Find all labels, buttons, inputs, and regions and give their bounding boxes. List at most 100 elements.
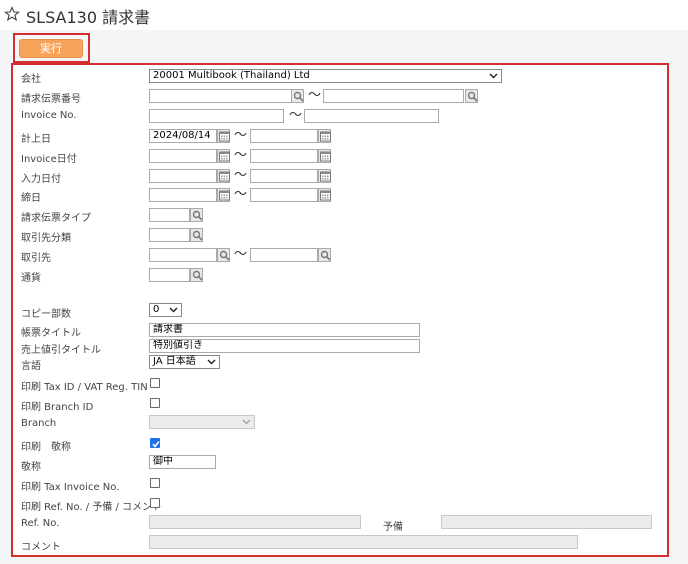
reserve-input[interactable] — [441, 515, 652, 529]
posting-date-label: 計上日 — [21, 134, 51, 145]
print-branch-id-label: 印刷 Branch ID — [21, 402, 94, 413]
search-icon — [219, 250, 230, 261]
search-icon — [192, 270, 203, 281]
invoice-no-from-input[interactable] — [149, 109, 284, 123]
search-icon — [467, 91, 478, 102]
currency-search-button[interactable] — [190, 268, 203, 282]
invoice-slip-no-from-search-button[interactable] — [291, 89, 304, 103]
branch-select[interactable] — [149, 415, 255, 429]
calendar-icon — [320, 131, 331, 142]
range-separator: 〜 — [234, 187, 248, 202]
invoice-slip-type-label: 請求伝票タイプ — [21, 213, 91, 224]
honorific-input[interactable]: 御中 — [149, 455, 216, 469]
partner-to-search-button[interactable] — [318, 248, 331, 262]
calendar-icon — [219, 151, 230, 162]
input-date-to-calendar-button[interactable] — [318, 169, 331, 183]
invoice-date-from-calendar-button[interactable] — [217, 149, 230, 163]
posting-date-to-calendar-button[interactable] — [318, 129, 331, 143]
range-separator: 〜 — [234, 148, 248, 163]
page-title: SLSA130 請求書 — [26, 8, 151, 27]
print-ref-no-checkbox[interactable] — [150, 498, 160, 508]
range-separator: 〜 — [234, 168, 248, 183]
discount-title-label: 売上値引タイトル — [21, 345, 101, 356]
partner-category-search-button[interactable] — [190, 228, 203, 242]
print-honorific-label: 印刷 敬称 — [21, 442, 71, 453]
copies-select[interactable]: 0 — [149, 303, 182, 317]
comment-input[interactable] — [149, 535, 578, 549]
print-honorific-checkbox[interactable] — [150, 438, 160, 448]
chevron-down-icon — [207, 359, 216, 365]
invoice-no-label: Invoice No. — [21, 110, 77, 121]
language-select[interactable]: JA 日本語 — [149, 355, 220, 369]
currency-input[interactable] — [149, 268, 190, 282]
invoice-slip-type-search-button[interactable] — [190, 208, 203, 222]
copies-value: 0 — [153, 304, 160, 315]
input-date-from-input[interactable] — [149, 169, 217, 183]
invoice-slip-no-from-input[interactable] — [149, 89, 292, 103]
calendar-icon — [219, 190, 230, 201]
print-branch-id-checkbox[interactable] — [150, 398, 160, 408]
closing-date-from-input[interactable] — [149, 188, 217, 202]
invoice-date-label: Invoice日付 — [21, 154, 77, 165]
form-title-label: 帳票タイトル — [21, 328, 81, 339]
range-separator: 〜 — [234, 247, 248, 262]
calendar-icon — [320, 171, 331, 182]
language-value: JA 日本語 — [153, 356, 196, 367]
partner-category-label: 取引先分類 — [21, 233, 71, 244]
star-outline-icon[interactable] — [4, 6, 20, 22]
invoice-date-from-input[interactable] — [149, 149, 217, 163]
search-form: 会社 20001 Multibook (Thailand) Ltd 請求伝票番号… — [11, 63, 669, 557]
company-label: 会社 — [21, 74, 41, 85]
execute-button[interactable]: 実行 — [19, 39, 83, 58]
search-icon — [293, 91, 304, 102]
search-icon — [192, 230, 203, 241]
invoice-no-to-input[interactable] — [304, 109, 439, 123]
checkmark-icon — [152, 441, 160, 448]
input-date-to-input[interactable] — [250, 169, 318, 183]
company-value: 20001 Multibook (Thailand) Ltd — [153, 70, 310, 81]
input-date-from-calendar-button[interactable] — [217, 169, 230, 183]
closing-date-to-input[interactable] — [250, 188, 318, 202]
closing-date-from-calendar-button[interactable] — [217, 188, 230, 202]
partner-to-input[interactable] — [250, 248, 318, 262]
closing-date-to-calendar-button[interactable] — [318, 188, 331, 202]
print-tax-id-label: 印刷 Tax ID / VAT Reg. TIN — [21, 382, 148, 393]
posting-date-from-calendar-button[interactable] — [217, 129, 230, 143]
language-label: 言語 — [21, 361, 41, 372]
honorific-label: 敬称 — [21, 462, 41, 473]
range-separator: 〜 — [308, 88, 322, 103]
calendar-icon — [219, 171, 230, 182]
posting-date-from-input[interactable]: 2024/08/14 — [149, 129, 217, 143]
partner-from-search-button[interactable] — [217, 248, 230, 262]
chevron-down-icon — [489, 73, 498, 79]
partner-from-input[interactable] — [149, 248, 217, 262]
posting-date-to-input[interactable] — [250, 129, 318, 143]
discount-title-input[interactable]: 特別値引き — [149, 339, 420, 353]
print-tax-id-checkbox[interactable] — [150, 378, 160, 388]
copies-label: コピー部数 — [21, 309, 71, 320]
ref-no-label: Ref. No. — [21, 518, 60, 529]
reserve-label: 予備 — [383, 522, 403, 533]
partner-label: 取引先 — [21, 253, 51, 264]
company-select[interactable]: 20001 Multibook (Thailand) Ltd — [149, 69, 502, 83]
print-tax-invoice-no-checkbox[interactable] — [150, 478, 160, 488]
invoice-slip-type-input[interactable] — [149, 208, 190, 222]
ref-no-input[interactable] — [149, 515, 361, 529]
execute-highlight: 実行 — [13, 33, 90, 63]
calendar-icon — [320, 151, 331, 162]
input-date-label: 入力日付 — [21, 174, 61, 185]
invoice-slip-no-to-search-button[interactable] — [465, 89, 478, 103]
title-bar: SLSA130 請求書 — [0, 0, 688, 30]
calendar-icon — [320, 190, 331, 201]
form-title-input[interactable]: 請求書 — [149, 323, 420, 337]
search-icon — [320, 250, 331, 261]
chevron-down-icon — [242, 419, 251, 425]
invoice-date-to-calendar-button[interactable] — [318, 149, 331, 163]
calendar-icon — [219, 131, 230, 142]
print-ref-no-label: 印刷 Ref. No. / 予備 / コメント — [21, 502, 163, 513]
branch-label: Branch — [21, 418, 57, 429]
invoice-date-to-input[interactable] — [250, 149, 318, 163]
partner-category-input[interactable] — [149, 228, 190, 242]
invoice-slip-no-to-input[interactable] — [323, 89, 464, 103]
closing-date-label: 締日 — [21, 193, 41, 204]
